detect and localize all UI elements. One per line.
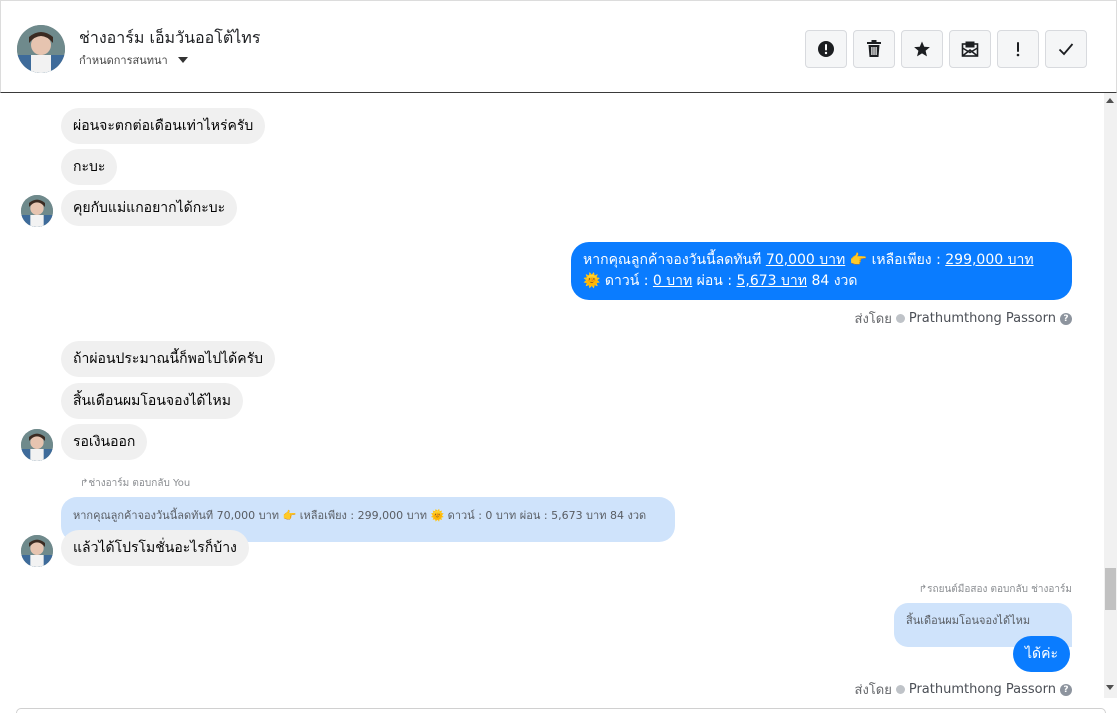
message-composer[interactable] bbox=[16, 708, 1106, 713]
scroll-up-arrow-icon[interactable] bbox=[1106, 98, 1114, 103]
contact-avatar-small bbox=[21, 429, 53, 461]
verified-icon bbox=[895, 685, 905, 694]
discount-amount: 70,000 บาท bbox=[765, 252, 846, 268]
outgoing-message: ได้ค่ะ bbox=[1013, 636, 1071, 672]
trash-icon bbox=[867, 40, 881, 57]
verified-icon bbox=[895, 314, 905, 323]
sender-name: Prathumthong Passorn bbox=[908, 682, 1056, 697]
help-icon[interactable]: ? bbox=[1060, 683, 1072, 696]
outgoing-line-2: 🌞 ดาวน์ : 0 บาท ผ่อน : 5,673 บาท 84 งวด bbox=[583, 273, 858, 289]
delete-button[interactable] bbox=[853, 30, 895, 68]
conversation-schedule-label: กำหนดการสนทนา bbox=[79, 54, 168, 67]
check-icon bbox=[1058, 43, 1074, 56]
star-button[interactable] bbox=[901, 30, 943, 68]
incoming-message: ผ่อนจะตกต่อเดือนเท่าไหร่ครับ bbox=[61, 108, 266, 144]
caret-down-icon bbox=[177, 57, 188, 63]
report-button[interactable] bbox=[805, 30, 847, 68]
reply-indicator: ↱ช่างอาร์ม ตอบกลับ You bbox=[80, 478, 191, 489]
incoming-message: คุยกับแม่แกอยากได้กะบะ bbox=[61, 190, 238, 226]
reply-indicator: ↱รถยนต์มือสอง ตอบกลับ ช่างอาร์ม bbox=[918, 584, 1072, 595]
contact-avatar-small bbox=[21, 535, 53, 567]
contact-name: ช่างอาร์ม เอ็มวันออโต้ไทร bbox=[79, 28, 261, 47]
sender-name: Prathumthong Passorn bbox=[908, 311, 1056, 326]
sent-by-label: ส่งโดย Prathumthong Passorn ? bbox=[855, 308, 1072, 329]
star-icon bbox=[914, 41, 930, 57]
contact-avatar-small bbox=[21, 195, 53, 227]
done-button[interactable] bbox=[1045, 30, 1087, 68]
price-amount: 299,000 บาท bbox=[945, 252, 1034, 268]
sent-by-label: ส่งโดย Prathumthong Passorn ? bbox=[855, 679, 1072, 700]
incoming-message: กะบะ bbox=[61, 149, 118, 185]
conversation-header: ช่างอาร์ม เอ็มวันออโต้ไทร กำหนดการสนทนา bbox=[0, 0, 1117, 93]
incoming-message: สิ้นเดือนผมโอนจองได้ไหม bbox=[61, 383, 243, 419]
envelope-icon bbox=[961, 41, 979, 57]
conversation-schedule-menu[interactable]: กำหนดการสนทนา bbox=[79, 51, 188, 69]
incoming-message: ถ้าผ่อนประมาณนี้ก็พอไปได้ครับ bbox=[61, 341, 276, 377]
incoming-message: แล้วได้โปรโมชั่นอะไรก็บ้าง bbox=[61, 530, 249, 566]
outgoing-line-1: หากคุณลูกค้าจองวันนี้ลดทันที 70,000 บาท … bbox=[583, 252, 1034, 268]
scrollbar-thumb[interactable] bbox=[1105, 568, 1116, 610]
important-button[interactable] bbox=[997, 30, 1039, 68]
exclamation-circle-icon bbox=[818, 41, 834, 57]
installment-amount: 5,673 บาท bbox=[736, 273, 807, 289]
help-icon[interactable]: ? bbox=[1060, 312, 1072, 325]
incoming-message: รอเงินออก bbox=[61, 424, 148, 460]
outgoing-message: หากคุณลูกค้าจองวันนี้ลดทันที 70,000 บาท … bbox=[571, 242, 1072, 300]
mark-unread-button[interactable] bbox=[949, 30, 991, 68]
exclamation-icon bbox=[1016, 42, 1020, 57]
down-payment-amount: 0 บาท bbox=[652, 273, 693, 289]
scroll-down-arrow-icon[interactable] bbox=[1106, 685, 1114, 690]
contact-avatar[interactable] bbox=[17, 25, 65, 73]
